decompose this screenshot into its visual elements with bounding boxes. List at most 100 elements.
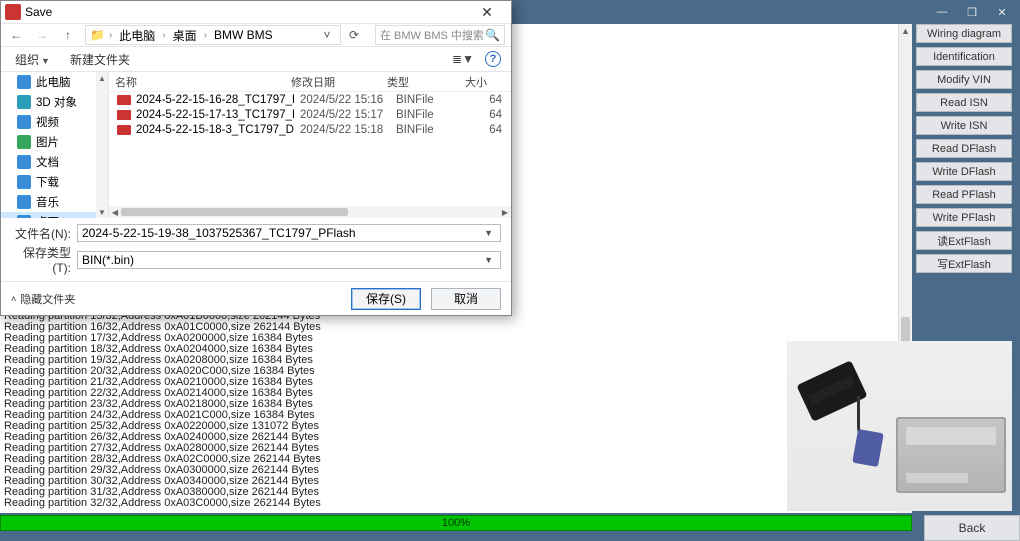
- mus-icon: [17, 195, 31, 209]
- caret-down-icon: ▼: [41, 56, 50, 66]
- column-name[interactable]: 名称: [109, 74, 285, 90]
- progress-bar: 100%: [0, 515, 912, 531]
- file-size: 64: [468, 109, 502, 121]
- help-button[interactable]: ?: [485, 51, 501, 67]
- file-date: 2024/5/22 15:16: [294, 94, 390, 106]
- nav-forward-button[interactable]: →: [33, 26, 51, 44]
- action-button-wiring-diagram[interactable]: Wiring diagram: [916, 24, 1012, 43]
- ecu-unit-icon: [896, 417, 1006, 493]
- tree-item-下载[interactable]: 下载: [1, 172, 108, 192]
- breadcrumb-dropdown-icon[interactable]: ˅: [318, 26, 336, 44]
- filetype-value: BIN(*.bin): [82, 253, 134, 267]
- cancel-button[interactable]: 取消: [431, 288, 501, 310]
- tree-item-label: 音乐: [36, 194, 59, 210]
- action-button-read-isn[interactable]: Read ISN: [916, 93, 1012, 112]
- file-size: 64: [468, 94, 502, 106]
- file-date: 2024/5/22 15:17: [294, 109, 390, 121]
- column-size[interactable]: 大小: [459, 74, 493, 90]
- tree-item-图片[interactable]: 图片: [1, 132, 108, 152]
- binfile-icon: [117, 125, 131, 135]
- filename-value: 2024-5-22-15-19-38_1037525367_TC1797_PFl…: [82, 226, 356, 240]
- action-button-write-isn[interactable]: Write ISN: [916, 116, 1012, 135]
- hide-folders-toggle[interactable]: ˄ 隐藏文件夹: [11, 291, 75, 307]
- filename-input[interactable]: 2024-5-22-15-19-38_1037525367_TC1797_PFl…: [77, 224, 501, 242]
- folder-icon: 📁: [90, 28, 105, 42]
- tree-item-label: 文档: [36, 154, 59, 170]
- breadcrumb-seg-1[interactable]: 桌面: [170, 27, 200, 44]
- action-button-read-pflash[interactable]: Read PFlash: [916, 185, 1012, 204]
- app-minimize-button[interactable]: —: [930, 2, 954, 22]
- filetype-select[interactable]: BIN(*.bin) ▼: [77, 251, 501, 269]
- tree-item-此电脑[interactable]: 此电脑: [1, 72, 108, 92]
- action-button-identification[interactable]: Identification: [916, 47, 1012, 66]
- scroll-up-arrow-icon[interactable]: ▲: [899, 24, 912, 38]
- tree-scrollbar[interactable]: ▲ ▼: [96, 72, 108, 218]
- scroll-right-arrow-icon[interactable]: ▶: [499, 206, 511, 218]
- file-size: 64: [468, 124, 502, 136]
- search-input[interactable]: 在 BMW BMS 中搜索 🔍: [375, 25, 505, 45]
- hscroll-thumb[interactable]: [121, 208, 348, 216]
- file-row[interactable]: 2024-5-22-15-18-3_TC1797_DFlash2024/5/22…: [109, 122, 511, 137]
- dl-icon: [17, 175, 31, 189]
- action-button-write-dflash[interactable]: Write DFlash: [916, 162, 1012, 181]
- nav-up-button[interactable]: ↑: [59, 26, 77, 44]
- scroll-down-arrow-icon[interactable]: ▼: [96, 206, 108, 218]
- filetype-label: 保存类型(T):: [11, 244, 71, 275]
- file-row[interactable]: 2024-5-22-15-16-28_TC1797_DFlash2024/5/2…: [109, 92, 511, 107]
- tree-item-桌面[interactable]: 桌面: [1, 212, 108, 218]
- action-button-read-dflash[interactable]: Read DFlash: [916, 139, 1012, 158]
- scroll-up-arrow-icon[interactable]: ▲: [96, 72, 108, 84]
- binfile-icon: [117, 95, 131, 105]
- filename-dropdown-icon[interactable]: ▼: [481, 228, 496, 238]
- breadcrumb-seg-2[interactable]: BMW BMS: [211, 28, 276, 42]
- dialog-close-button[interactable]: ✕: [467, 4, 507, 21]
- filetype-dropdown-icon[interactable]: ▼: [481, 255, 496, 265]
- file-row[interactable]: 2024-5-22-15-17-13_TC1797_DFlash2024/5/2…: [109, 107, 511, 122]
- search-placeholder: 在 BMW BMS 中搜索: [380, 27, 484, 43]
- tree-item-label: 桌面: [36, 214, 59, 218]
- search-icon[interactable]: 🔍: [485, 28, 500, 42]
- action-button-modify-vin[interactable]: Modify VIN: [916, 70, 1012, 89]
- view-options-button[interactable]: ≣▼: [453, 49, 473, 69]
- refresh-button[interactable]: ⟳: [349, 28, 367, 42]
- action-button-写extflash[interactable]: 写ExtFlash: [916, 254, 1012, 273]
- dialog-title: Save: [25, 5, 52, 19]
- action-button-write-pflash[interactable]: Write PFlash: [916, 208, 1012, 227]
- right-action-column: Wiring diagram Identification Modify VIN Re…: [916, 24, 1012, 273]
- file-name: 2024-5-22-15-16-28_TC1797_DFlash: [136, 94, 294, 106]
- nav-back-button[interactable]: ←: [7, 26, 25, 44]
- action-button-读extflash[interactable]: 读ExtFlash: [916, 231, 1012, 250]
- column-date[interactable]: 修改日期: [285, 74, 381, 90]
- chevron-up-icon: ˄: [11, 294, 16, 304]
- app-maximize-button[interactable]: ❐: [960, 2, 984, 22]
- doc-icon: [17, 155, 31, 169]
- binfile-icon: [117, 110, 131, 120]
- file-list[interactable]: 2024-5-22-15-16-28_TC1797_DFlash2024/5/2…: [109, 92, 511, 218]
- column-type[interactable]: 类型: [381, 74, 459, 90]
- file-date: 2024/5/22 15:18: [294, 124, 390, 136]
- file-name: 2024-5-22-15-18-3_TC1797_DFlash: [136, 124, 294, 136]
- save-dialog: Save ✕ ← → ↑ 📁 › 此电脑 › 桌面 › BMW BMS ˅ ⟳ …: [0, 0, 512, 316]
- file-type: BINFile: [390, 109, 468, 121]
- tree-item-视频[interactable]: 视频: [1, 112, 108, 132]
- new-folder-button[interactable]: 新建文件夹: [66, 49, 134, 70]
- log-line: Reading partition 32/32,Address 0xA03C00…: [4, 498, 910, 509]
- save-button[interactable]: 保存(S): [351, 288, 421, 310]
- tree-item-label: 视频: [36, 114, 59, 130]
- breadcrumb-seg-0[interactable]: 此电脑: [116, 27, 158, 44]
- breadcrumb[interactable]: 📁 › 此电脑 › 桌面 › BMW BMS ˅: [85, 25, 341, 45]
- tree-item-3D 对象[interactable]: 3D 对象: [1, 92, 108, 112]
- file-hscrollbar[interactable]: ◀ ▶: [109, 206, 511, 218]
- scroll-left-arrow-icon[interactable]: ◀: [109, 206, 121, 218]
- dialog-titlebar[interactable]: Save ✕: [1, 1, 511, 23]
- organize-menu[interactable]: 组织▼: [11, 49, 54, 70]
- desk-icon: [17, 215, 31, 218]
- tree-item-音乐[interactable]: 音乐: [1, 192, 108, 212]
- folder-tree[interactable]: 此电脑3D 对象视频图片文档下载音乐桌面本地磁盘 (C:)软件 (E:) ▲ ▼: [1, 72, 109, 218]
- filename-label: 文件名(N):: [11, 225, 71, 242]
- file-list-header[interactable]: 名称 修改日期 类型 大小: [109, 72, 511, 92]
- hide-folders-label: 隐藏文件夹: [20, 291, 75, 307]
- back-button[interactable]: Back: [924, 515, 1020, 541]
- tree-item-文档[interactable]: 文档: [1, 152, 108, 172]
- app-close-button[interactable]: ✕: [990, 2, 1014, 22]
